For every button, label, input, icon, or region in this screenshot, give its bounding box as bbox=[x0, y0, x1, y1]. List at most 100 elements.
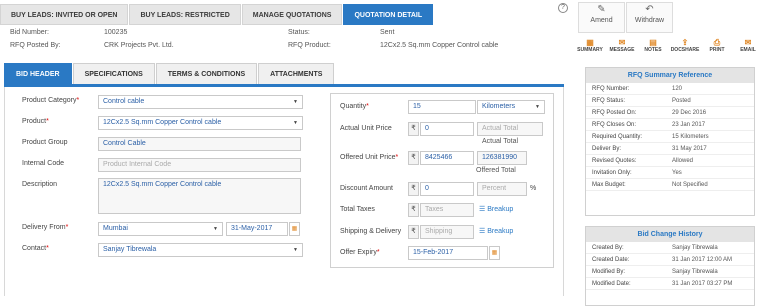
list-icon: ☰ bbox=[479, 228, 488, 235]
tab-bid-header[interactable]: BID HEADER bbox=[4, 63, 72, 85]
product-category-label: Product Category* bbox=[22, 97, 80, 104]
mail-icon: ✉ bbox=[744, 38, 752, 47]
summary-row-key: Max Budget: bbox=[592, 182, 626, 188]
email-action[interactable]: ✉ EMAIL bbox=[732, 38, 764, 53]
offer-expiry-label: Offer Expiry* bbox=[340, 249, 380, 256]
summary-row: Required Quantity: 15 Kilometers bbox=[586, 131, 754, 143]
calendar-icon[interactable]: ▦ bbox=[489, 246, 500, 260]
actual-total-field[interactable]: Actual Total bbox=[477, 122, 543, 136]
docshare-action[interactable]: ⇪ DOCSHARE bbox=[668, 38, 702, 53]
amend-button[interactable]: ✎ Amend bbox=[578, 2, 625, 33]
tab-quotation-detail[interactable]: QUOTATION DETAIL bbox=[343, 4, 434, 25]
offered-total-field[interactable]: 126381990 bbox=[477, 151, 527, 165]
percent-sign: % bbox=[530, 185, 537, 192]
product-group-field[interactable]: Control Cable bbox=[98, 137, 301, 151]
summary-row-value: 29 Dec 2016 bbox=[672, 110, 707, 116]
tab-underline bbox=[4, 84, 564, 87]
summary-row-value: Yes bbox=[672, 170, 682, 176]
product-group-label: Product Group bbox=[22, 139, 68, 146]
tab-manage-quotations[interactable]: MANAGE QUOTATIONS bbox=[241, 4, 343, 25]
contact-label: Contact* bbox=[22, 245, 49, 252]
summary-row: RFQ Closes On: 23 Jan 2017 bbox=[586, 119, 754, 131]
quantity-label: Quantity* bbox=[340, 103, 369, 110]
summary-row: RFQ Number: 120 bbox=[586, 83, 754, 95]
offered-unit-price-field[interactable]: 8425466 bbox=[420, 151, 474, 165]
delivery-from-select[interactable]: Mumbai bbox=[98, 222, 223, 236]
discount-amount-label: Discount Amount bbox=[340, 185, 393, 192]
delivery-from-label: Delivery From* bbox=[22, 224, 69, 231]
summary-row-key: Revised Quotes: bbox=[592, 158, 637, 164]
list-icon: ☰ bbox=[479, 206, 488, 213]
tab-specifications[interactable]: SPECIFICATIONS bbox=[72, 63, 155, 85]
tab-buy-leads-restricted[interactable]: BUY LEADS: RESTRICTED bbox=[129, 4, 241, 25]
detail-tab-bar: BID HEADER SPECIFICATIONS TERMS & CONDIT… bbox=[4, 63, 335, 85]
rfq-posted-by-value: CRK Projects Pvt. Ltd. bbox=[104, 42, 174, 49]
description-textarea[interactable]: 12Cx2.5 Sq.mm Copper Control cable bbox=[98, 178, 301, 214]
summary-row-key: Required Quantity: bbox=[592, 134, 643, 140]
summary-row-value: Allowed bbox=[672, 158, 694, 164]
bid-history-box: Bid Change History Created By: Sanjay Tib… bbox=[585, 226, 755, 306]
shipping-breakup-link[interactable]: ☰ Breakup bbox=[479, 227, 513, 235]
summary-row-key: Created By: bbox=[592, 245, 624, 251]
summary-row-value: 31 Jan 2017 03:27 PM bbox=[672, 281, 733, 287]
note-icon: ▤ bbox=[649, 38, 657, 47]
product-category-select[interactable]: Control cable bbox=[98, 95, 303, 109]
summary-row-key: RFQ Status: bbox=[592, 98, 626, 104]
taxes-breakup-link[interactable]: ☰ Breakup bbox=[479, 205, 513, 213]
summary-row-value: 23 Jan 2017 bbox=[672, 122, 706, 128]
discount-amount-field[interactable]: 0 bbox=[420, 182, 474, 196]
summary-row-key: RFQ Posted On: bbox=[592, 110, 637, 116]
offer-expiry-field[interactable]: 15-Feb-2017 bbox=[408, 246, 488, 260]
rfq-summary-box: RFQ Summary Reference RFQ Number: 120 RFQ … bbox=[585, 67, 755, 216]
internal-code-label: Internal Code bbox=[22, 160, 65, 167]
summary-row-key: Deliver By: bbox=[592, 146, 622, 152]
summary-row: Max Budget: Not Specified bbox=[586, 179, 754, 191]
summary-row: RFQ Status: Posted bbox=[586, 95, 754, 107]
product-select[interactable]: 12Cx2.5 Sq.mm Copper Control cable bbox=[98, 116, 303, 130]
summary-row-value: 120 bbox=[672, 86, 683, 92]
contact-select[interactable]: Sanjay Tibrewala bbox=[98, 243, 303, 257]
summary-action[interactable]: ▦ SUMMARY bbox=[574, 38, 606, 53]
summary-row-value: 31 May 2017 bbox=[672, 146, 707, 152]
summary-row: RFQ Posted On: 29 Dec 2016 bbox=[586, 107, 754, 119]
undo-icon: ↶ bbox=[645, 4, 654, 15]
delivery-date-field[interactable]: 31-May-2017 bbox=[226, 222, 288, 236]
calendar-icon[interactable]: ▦ bbox=[289, 222, 300, 236]
discount-currency: ₹ bbox=[408, 182, 419, 196]
notes-action[interactable]: ▤ NOTES bbox=[638, 38, 668, 53]
offered-total-caption: Offered Total bbox=[476, 167, 516, 174]
print-action[interactable]: ⎙ PRINT bbox=[702, 38, 732, 53]
quantity-field[interactable]: 15 bbox=[408, 100, 476, 114]
shipping-currency: ₹ bbox=[408, 225, 419, 239]
status-value: Sent bbox=[380, 29, 395, 36]
withdraw-button[interactable]: ↶ Withdraw bbox=[626, 2, 673, 33]
actual-unit-price-field[interactable]: 0 bbox=[420, 122, 474, 136]
summary-row-value: 31 Jan 2017 12:00 AM bbox=[672, 257, 733, 263]
summary-row-value: 15 Kilometers bbox=[672, 134, 709, 140]
tab-terms-conditions[interactable]: TERMS & CONDITIONS bbox=[155, 63, 258, 85]
bid-number-value: 100235 bbox=[104, 29, 128, 36]
pricing-box bbox=[330, 93, 554, 268]
total-taxes-label: Total Taxes bbox=[340, 206, 375, 213]
internal-code-field[interactable]: Product Internal Code bbox=[98, 158, 301, 172]
summary-row-key: Created Date: bbox=[592, 257, 630, 263]
quantity-unit-select[interactable]: Kilometers bbox=[477, 100, 545, 114]
tab-buy-leads-invited[interactable]: BUY LEADS: INVITED OR OPEN bbox=[0, 4, 129, 25]
summary-row-value: Sanjay Tibrewala bbox=[672, 269, 718, 275]
taxes-currency: ₹ bbox=[408, 203, 419, 217]
summary-row-key: RFQ Closes On: bbox=[592, 122, 637, 128]
summary-row-key: Modified Date: bbox=[592, 281, 631, 287]
message-action[interactable]: ✉ MESSAGE bbox=[606, 38, 638, 53]
summary-row-key: RFQ Number: bbox=[592, 86, 630, 92]
status-label: Status: bbox=[288, 29, 310, 36]
rfq-product-label: RFQ Product: bbox=[288, 42, 331, 49]
tab-attachments[interactable]: ATTACHMENTS bbox=[258, 63, 335, 85]
summary-row: Modified Date: 31 Jan 2017 03:27 PM bbox=[586, 278, 754, 290]
summary-row: Revised Quotes: Allowed bbox=[586, 155, 754, 167]
summary-row: Created By: Sanjay Tibrewala bbox=[586, 242, 754, 254]
taxes-field[interactable]: Taxes bbox=[420, 203, 474, 217]
shipping-field[interactable]: Shipping bbox=[420, 225, 474, 239]
help-icon[interactable]: ? bbox=[558, 3, 568, 13]
actual-unit-price-label: Actual Unit Price bbox=[340, 125, 392, 132]
discount-percent-field[interactable]: Percent bbox=[477, 182, 527, 196]
